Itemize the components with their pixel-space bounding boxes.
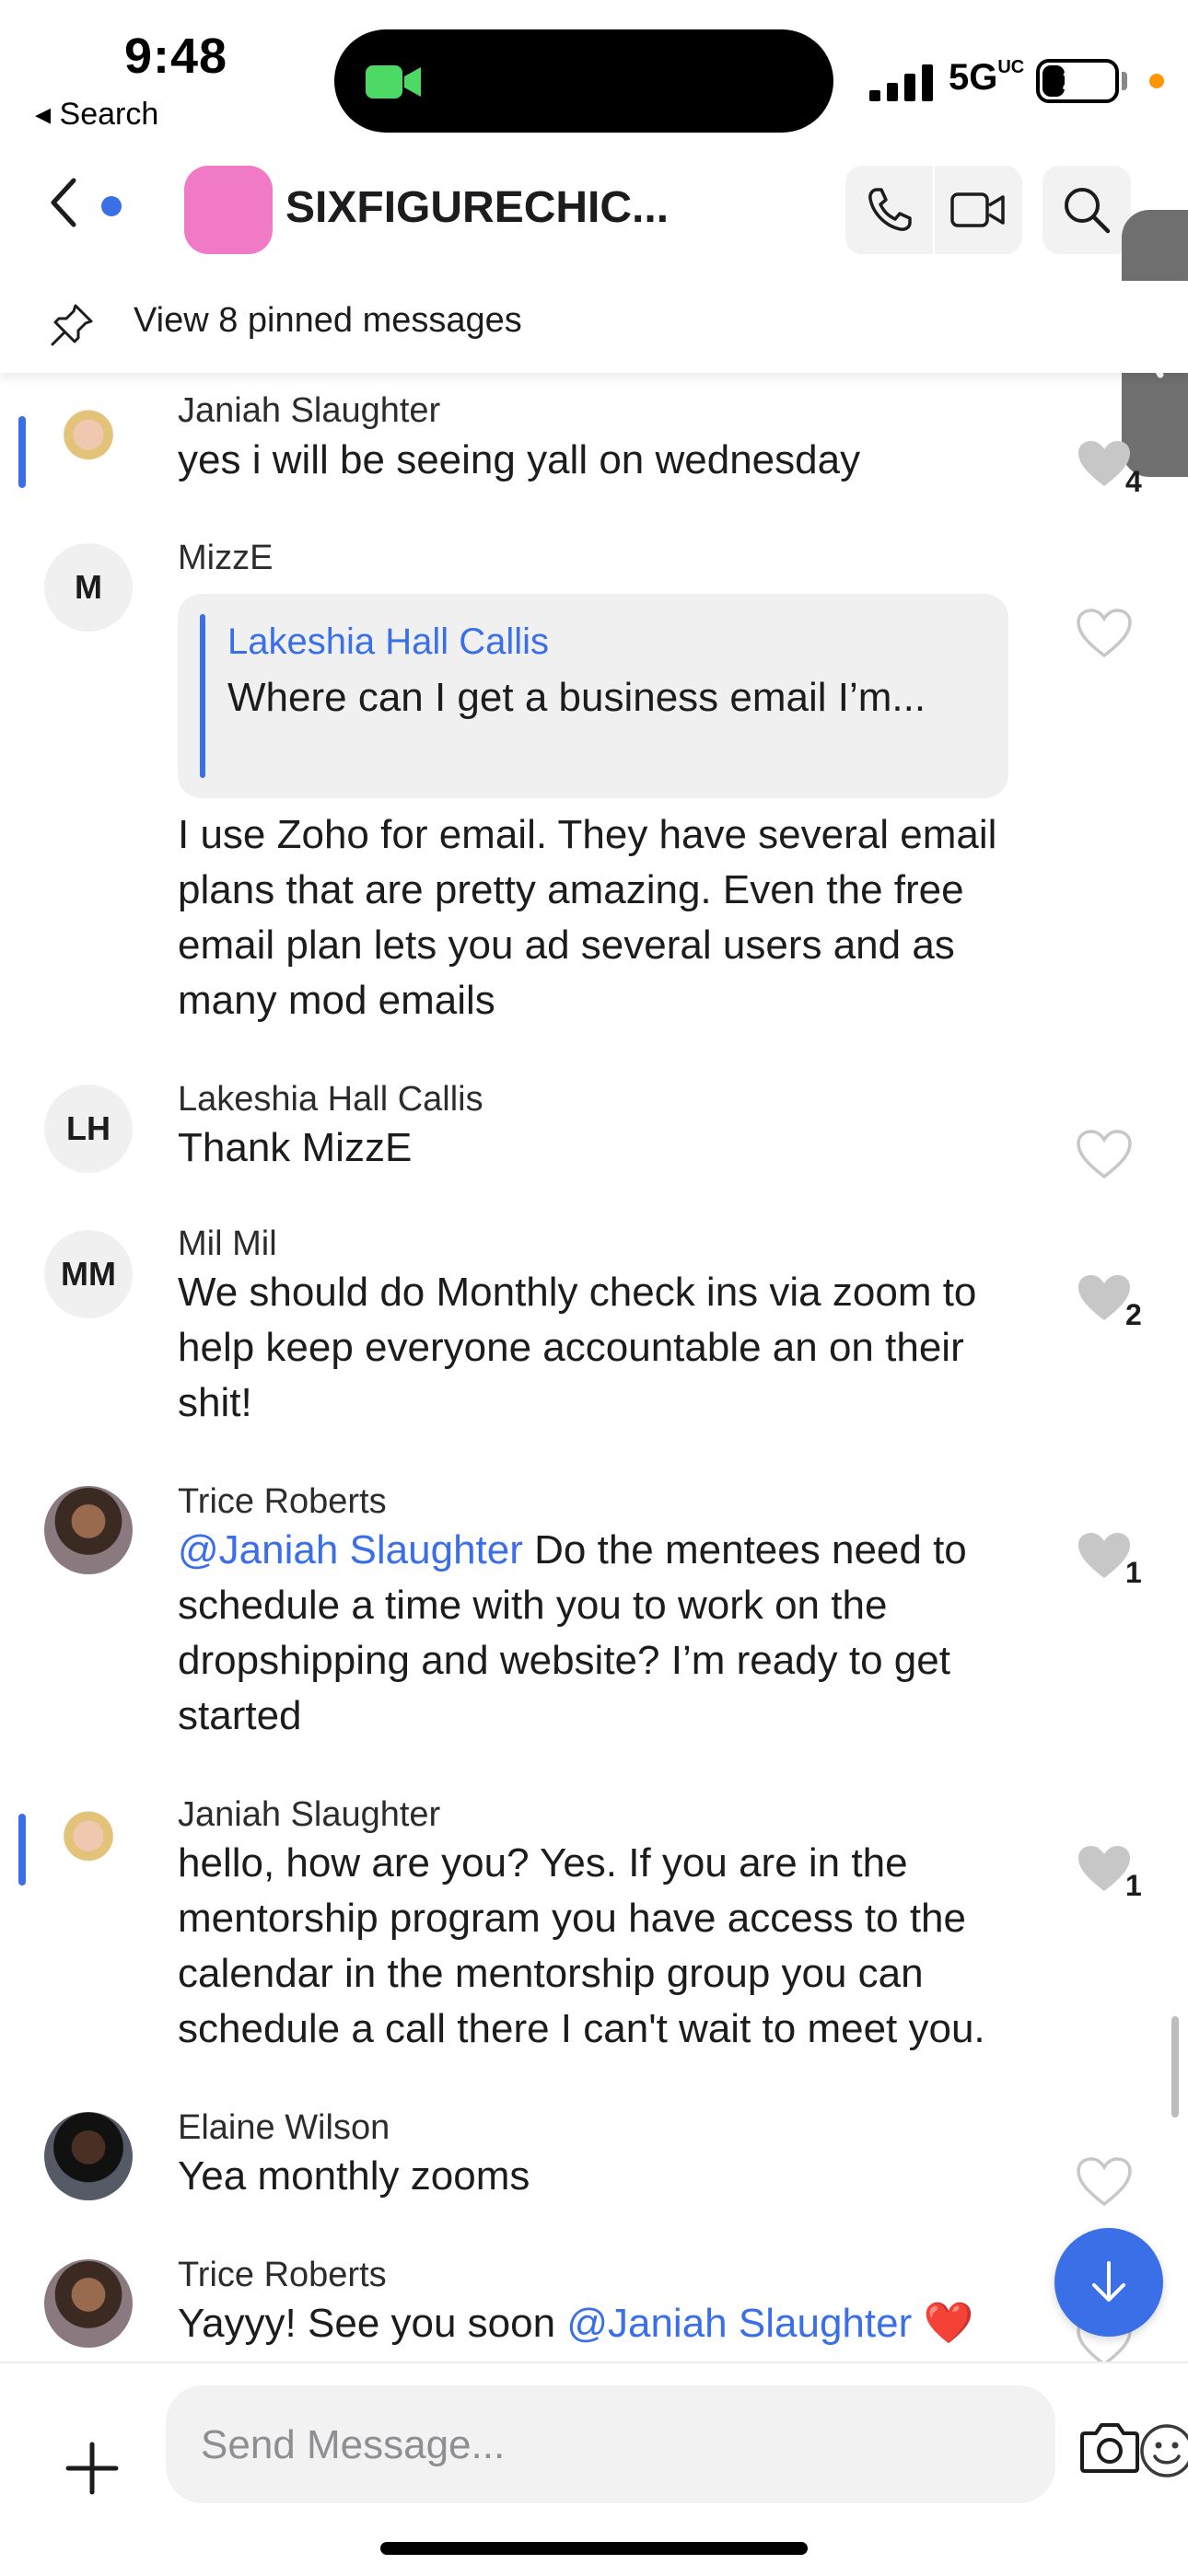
quote-bar <box>200 614 205 778</box>
heart-emoji: ❤️ <box>923 2301 974 2346</box>
message-item[interactable]: MM Mil Mil We should do Monthly check in… <box>0 1224 1188 1436</box>
camera-icon[interactable] <box>1079 2420 1140 2474</box>
heart-icon[interactable] <box>1076 1530 1133 1582</box>
message-text: We should do Monthly check ins via zoom … <box>178 1270 977 1425</box>
battery-icon: 29 <box>1036 59 1119 103</box>
cellular-signal-icon <box>869 64 933 101</box>
message-input[interactable]: Send Message... <box>166 2385 1188 2503</box>
network-type: 5GUC <box>949 57 1025 98</box>
sender-name: Janiah Slaughter <box>178 391 441 430</box>
message-text: Thank MizzE <box>178 1125 413 1170</box>
voice-call-button[interactable] <box>845 166 934 254</box>
battery-tip <box>1122 72 1127 90</box>
emoji-icon[interactable] <box>1138 2422 1188 2479</box>
search-icon <box>1065 188 1111 234</box>
add-attachment-icon[interactable] <box>63 2439 122 2498</box>
own-message-marker <box>18 1814 26 1886</box>
avatar[interactable]: MM <box>44 1230 133 1318</box>
message-text: yes i will be seeing yall on wednesday <box>178 437 861 482</box>
message-item[interactable]: M MizzE Lakeshia Hall Callis Where can I… <box>0 534 1188 1031</box>
phone-icon <box>868 188 912 231</box>
mention-link[interactable]: @Janiah Slaughter <box>566 2301 912 2346</box>
scrollbar[interactable] <box>1171 2016 1179 2118</box>
quoted-reply[interactable]: Lakeshia Hall Callis Where can I get a b… <box>178 594 1008 798</box>
pin-icon <box>51 304 93 346</box>
like-count: 1 <box>1125 1869 1142 1902</box>
message-item[interactable]: Trice Roberts Yayyy! See you soon @Jania… <box>0 2256 1188 2361</box>
like-count: 2 <box>1125 1298 1142 1331</box>
arrow-down-icon <box>1092 2261 1125 2302</box>
message-item[interactable]: Janiah Slaughter hello, how are you? Yes… <box>0 1795 1188 2062</box>
group-title[interactable]: SIXFIGURECHIC... <box>285 182 669 233</box>
message-item[interactable]: Trice Roberts @Janiah Slaughter Do the m… <box>0 1482 1188 1758</box>
privacy-indicator-dot <box>1149 74 1164 88</box>
avatar[interactable] <box>44 1799 133 1887</box>
pinned-messages-label: View 8 pinned messages <box>134 301 522 340</box>
sender-name: MizzE <box>178 539 274 577</box>
avatar[interactable] <box>44 2259 133 2348</box>
quoted-text: Where can I get a business email I’m... <box>227 675 926 720</box>
message-text: Yayyy! See you soon @Janiah Slaughter ❤️ <box>178 2301 974 2346</box>
sender-name: Trice Roberts <box>178 2256 387 2294</box>
message-composer: Send Message... <box>0 2361 1188 2576</box>
scroll-to-bottom-button[interactable] <box>1054 2228 1163 2337</box>
message-text: Yea monthly zooms <box>178 2153 530 2199</box>
message-input-placeholder: Send Message... <box>201 2422 506 2467</box>
message-item[interactable]: Elaine Wilson Yea monthly zooms <box>0 2108 1188 2210</box>
sender-name: Lakeshia Hall Callis <box>178 1080 483 1119</box>
heart-icon[interactable] <box>1076 1843 1133 1895</box>
home-indicator[interactable] <box>380 2542 808 2555</box>
group-avatar[interactable] <box>184 166 273 254</box>
sender-name: Janiah Slaughter <box>178 1795 441 1834</box>
heart-outline-icon[interactable] <box>1076 1129 1133 1180</box>
mention-link[interactable]: @Janiah Slaughter <box>178 1527 523 1572</box>
like-count: 4 <box>1125 465 1142 498</box>
status-time: 9:48 <box>124 29 228 84</box>
pinned-messages-bar[interactable]: View 8 pinned messages <box>0 281 1188 373</box>
heart-outline-icon[interactable] <box>1076 608 1133 659</box>
video-camera-indicator-icon <box>366 65 421 99</box>
back-chevron-icon[interactable] <box>46 177 83 228</box>
avatar[interactable]: LH <box>44 1085 133 1173</box>
heart-outline-icon[interactable] <box>1076 2156 1133 2208</box>
unread-indicator <box>101 196 122 216</box>
avatar[interactable] <box>44 1486 133 1574</box>
message-text: hello, how are you? Yes. If you are in t… <box>178 1840 985 2051</box>
heart-icon[interactable] <box>1076 1272 1133 1324</box>
avatar[interactable]: M <box>44 543 133 632</box>
heart-icon[interactable] <box>1076 438 1133 490</box>
sender-name: Elaine Wilson <box>178 2108 390 2147</box>
message-text: I use Zoho for email. They have several … <box>178 812 997 1023</box>
search-button[interactable] <box>1042 166 1131 254</box>
avatar[interactable] <box>44 2112 133 2200</box>
video-call-button[interactable] <box>934 166 1022 254</box>
like-count: 1 <box>1125 1556 1142 1589</box>
call-button-group <box>845 166 1022 254</box>
message-text: @Janiah Slaughter Do the mentees need to… <box>178 1527 967 1738</box>
message-item[interactable]: Janiah Slaughter yes i will be seeing ya… <box>0 387 1188 498</box>
video-icon <box>950 192 1005 227</box>
avatar[interactable] <box>44 398 133 486</box>
back-to-search-link[interactable]: ◂ Search <box>35 96 158 133</box>
own-message-marker <box>18 416 26 488</box>
sender-name: Trice Roberts <box>178 1482 387 1521</box>
sender-name: Mil Mil <box>178 1224 277 1263</box>
message-item[interactable]: LH Lakeshia Hall Callis Thank MizzE <box>0 1077 1188 1180</box>
quoted-sender: Lakeshia Hall Callis <box>227 621 550 662</box>
